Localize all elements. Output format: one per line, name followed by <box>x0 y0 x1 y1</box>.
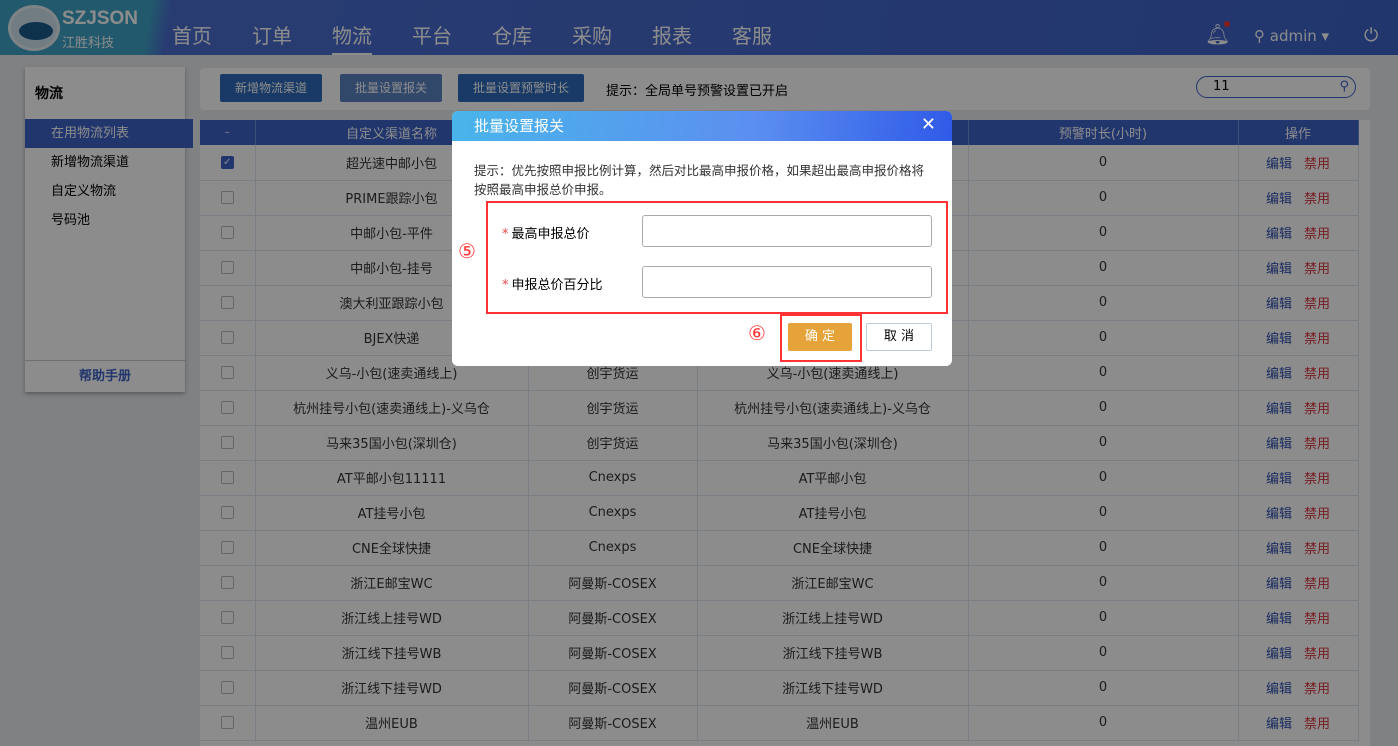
field-label: * 申报总价百分比 <box>502 278 603 293</box>
modal-tip: 提示：优先按照申报比例计算，然后对比最高申报价格，如果超出最高申报价格将按照最高… <box>474 163 925 197</box>
field-label: * 最高申报总价 <box>502 227 590 242</box>
step-marker: ⑤ <box>458 239 476 263</box>
confirm-button[interactable]: 确 定 <box>788 323 852 351</box>
max-declared-total-input[interactable] <box>642 215 932 247</box>
close-icon[interactable]: ✕ <box>921 114 936 135</box>
batch-customs-modal: 批量设置报关 ✕ 提示：优先按照申报比例计算，然后对比最高申报价格，如果超出最高… <box>452 111 952 366</box>
step-marker: ⑥ <box>748 321 766 345</box>
modal-title: 批量设置报关 <box>452 111 952 141</box>
cancel-button[interactable]: 取 消 <box>866 323 932 351</box>
declared-percent-input[interactable] <box>642 266 932 298</box>
